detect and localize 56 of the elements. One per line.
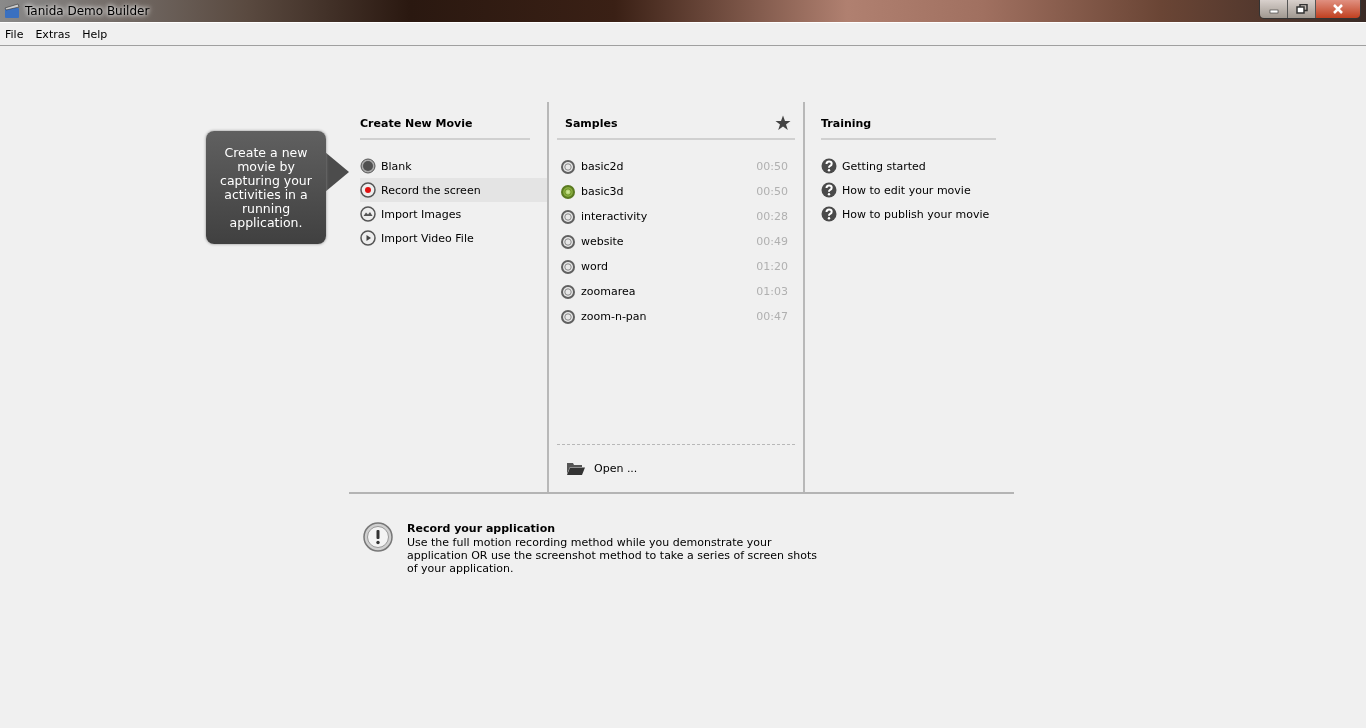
folder-icon [566, 460, 586, 476]
menu-item[interactable]: File [5, 27, 24, 41]
play-icon [360, 230, 376, 246]
star-icon [775, 115, 791, 131]
section-heading: Create New Movie [360, 116, 473, 130]
sample-item[interactable]: zoomarea 01:03 [557, 279, 795, 304]
section-heading: Samples [565, 116, 618, 130]
info-title: Record your application [407, 522, 557, 535]
tooltip: Create a new movie by capturing your activities in a running application. [206, 131, 326, 244]
record-icon [360, 182, 376, 198]
sample-name: interactivity [581, 210, 648, 223]
help-icon [821, 182, 837, 198]
disc-icon [360, 158, 376, 174]
sample-duration: 00:49 [756, 235, 789, 248]
sample-duration: 01:20 [756, 260, 789, 273]
clapperboard-icon [4, 3, 20, 19]
close-button[interactable] [1316, 0, 1360, 18]
tooltip-pointer [325, 152, 349, 192]
create-option[interactable]: Record the screen [360, 178, 547, 202]
training-link[interactable]: How to edit your movie [821, 178, 996, 202]
training-link[interactable]: Getting started [821, 154, 996, 178]
section-heading: Training [821, 116, 872, 130]
restore-button[interactable] [1288, 0, 1316, 18]
open-button[interactable]: Open ... [557, 460, 795, 492]
sample-duration: 00:47 [756, 310, 789, 323]
minimize-button[interactable] [1260, 0, 1288, 18]
sample-duration: 00:50 [756, 160, 789, 173]
sample-duration: 00:50 [756, 185, 789, 198]
sample-name: website [581, 235, 624, 248]
restore-icon [1295, 4, 1308, 14]
sample-name: basic3d [581, 185, 624, 198]
exclamation-icon [363, 522, 393, 552]
sample-name: basic2d [581, 160, 624, 173]
sample-item[interactable]: website 00:49 [557, 229, 795, 254]
image-icon [360, 206, 376, 222]
sample-item[interactable]: interactivity 00:28 [557, 204, 795, 229]
create-option[interactable]: Blank [360, 154, 547, 178]
info-description: Use the full motion recording method while you demonstrate your application OR use the screenshot method to take a series of screen shots of your application. [407, 536, 819, 575]
sample-duration: 00:28 [756, 210, 789, 223]
help-icon [821, 206, 837, 222]
help-icon [821, 158, 837, 174]
create-option[interactable]: Import Video File [360, 226, 547, 250]
sample-duration: 01:03 [756, 285, 789, 298]
training-link[interactable]: How to publish your movie [821, 202, 996, 226]
sample-item[interactable]: basic2d 00:50 [557, 154, 795, 179]
close-icon [1332, 4, 1344, 14]
sample-name: zoomarea [581, 285, 636, 298]
window-title: Tanida Demo Builder [25, 4, 150, 18]
sample-item[interactable]: zoom-n-pan 00:47 [557, 304, 795, 329]
menu-item[interactable]: Extras [35, 27, 71, 41]
create-option[interactable]: Import Images [360, 202, 547, 226]
sample-item[interactable]: word 01:20 [557, 254, 795, 279]
sample-item[interactable]: basic3d 00:50 [557, 179, 795, 204]
sample-name: zoom-n-pan [581, 310, 647, 323]
menu-item[interactable]: Help [82, 27, 108, 41]
sample-name: word [581, 260, 609, 273]
